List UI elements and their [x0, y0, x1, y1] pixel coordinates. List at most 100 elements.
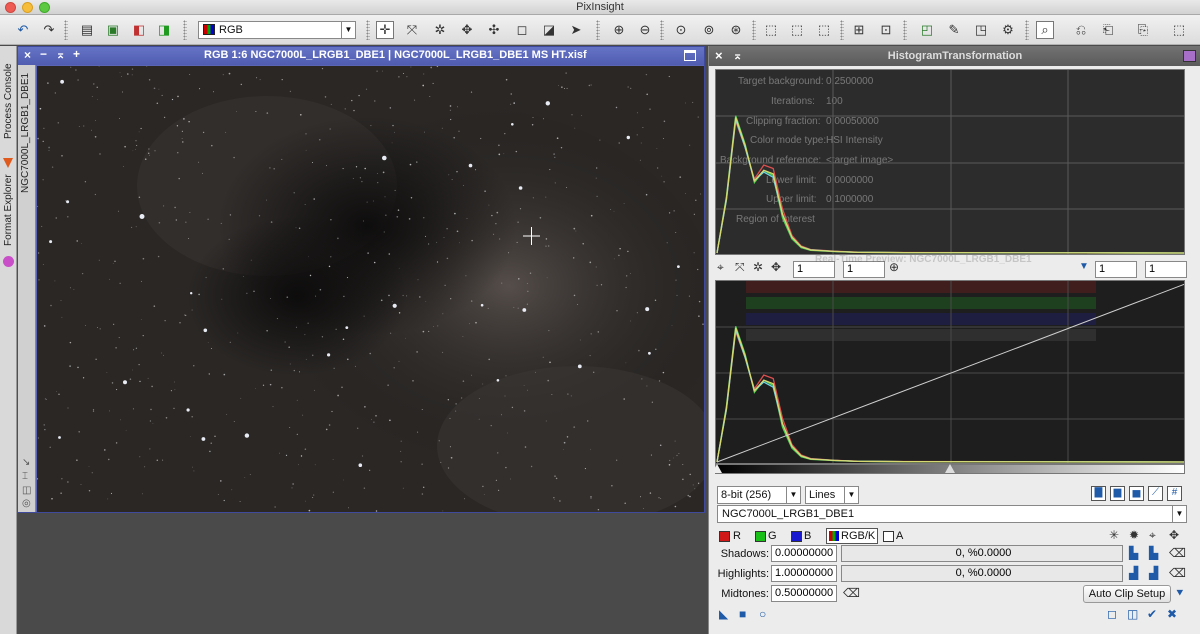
shadows-auto-icon[interactable]: ▙ — [1129, 546, 1138, 560]
apply-icon[interactable]: ■ — [739, 607, 746, 621]
new-instance-icon[interactable]: ◣ — [719, 607, 728, 621]
tab-process-console[interactable]: Process Console — [1, 46, 16, 156]
highlights-auto-icon[interactable]: ▟ — [1129, 566, 1138, 580]
history-explorer-icon[interactable] — [3, 256, 14, 267]
image-properties-icon[interactable]: ▤ — [78, 21, 96, 39]
window-restore-icon[interactable] — [684, 50, 696, 61]
undo-icon[interactable]: ↶ — [14, 21, 32, 39]
side-tool-icon[interactable]: ⌶ — [22, 471, 28, 482]
auto-clip-setup-button[interactable]: Auto Clip Setup — [1083, 585, 1171, 603]
channel-b-checkbox[interactable] — [791, 531, 802, 542]
highlights-auto-all-icon[interactable]: ▟ — [1149, 566, 1158, 580]
maximize-icon[interactable]: ⬚ — [815, 21, 833, 39]
more-icon[interactable]: ⬚ — [1170, 21, 1188, 39]
channel-r-checkbox[interactable] — [719, 531, 730, 542]
side-tool-icon[interactable]: ◎ — [22, 498, 31, 509]
tab-format-explorer[interactable]: Format Explorer — [1, 170, 16, 250]
cascade-icon[interactable]: ⊡ — [877, 21, 895, 39]
zoom-window-icon[interactable]: ⊚ — [700, 21, 718, 39]
zoom-fit-icon[interactable]: ✲ — [431, 21, 449, 39]
channel-a-checkbox[interactable] — [883, 531, 894, 542]
filter-icon[interactable]: ⯆ — [1175, 586, 1185, 601]
image-window[interactable]: × − ⌅ + RGB 1:6 NGC7000L_LRGB1_DBE1 | NG… — [17, 46, 705, 513]
preview-icon[interactable]: ◻ — [1107, 607, 1117, 621]
history-back-icon[interactable]: ⎗ — [1099, 21, 1117, 39]
close-icon[interactable]: × — [24, 48, 31, 62]
color-mode-select[interactable]: RGB ▼ — [198, 21, 356, 39]
edit-icon[interactable]: ✎ — [945, 21, 963, 39]
shadows-auto-all-icon[interactable]: ▙ — [1149, 546, 1158, 560]
close-icon[interactable]: × — [715, 46, 723, 66]
shadows-input[interactable]: 0.00000000 — [771, 545, 837, 562]
vertical-zoom-input-2[interactable]: 1 — [1145, 261, 1187, 278]
delete-preview-icon[interactable]: ◳ — [972, 21, 990, 39]
minimize-icon[interactable]: − — [40, 47, 47, 61]
move-icon[interactable]: ✥ — [1169, 528, 1179, 542]
crosshair-icon[interactable]: ⌖ — [1149, 528, 1156, 543]
graph-style-select[interactable]: Lines ▼ — [805, 486, 859, 504]
highlights-input[interactable]: 1.00000000 — [771, 565, 837, 582]
new-image-icon[interactable]: ▣ — [104, 21, 122, 39]
move-icon[interactable]: ✣ — [485, 21, 503, 39]
graph-option-icon[interactable]: ⟋ — [1148, 486, 1163, 501]
zoom-in-icon[interactable]: ⊕ — [610, 21, 628, 39]
channels-icon[interactable]: ◧ — [130, 21, 148, 39]
history-forward-icon[interactable]: ⎘ — [1134, 21, 1152, 39]
star — [498, 144, 500, 147]
fit-all-icon[interactable]: ⬚ — [788, 21, 806, 39]
browse-icon[interactable]: ◫ — [1127, 607, 1138, 621]
apply-global-icon[interactable]: ○ — [759, 607, 766, 621]
side-tool-icon[interactable]: ↘ — [22, 457, 30, 468]
history-icon[interactable]: ⎌ — [1072, 21, 1090, 39]
shadows-slider-handle[interactable] — [712, 464, 722, 473]
reset-icon[interactable]: ✖ — [1167, 607, 1177, 621]
shadows-reset-icon[interactable]: ⌫ — [1169, 546, 1186, 560]
midtones-slider-track[interactable] — [712, 464, 1185, 474]
pan-icon[interactable]: ✥ — [771, 260, 781, 274]
histogram-output-area[interactable]: Target background: 0.2500000 Iterations:… — [715, 69, 1185, 255]
pan-icon[interactable]: ✥ — [458, 21, 476, 39]
zoom-optimal-icon[interactable]: ⊛ — [727, 21, 745, 39]
histogram-resolution-select[interactable]: 8-bit (256) ▼ — [717, 486, 801, 504]
view-selector[interactable]: NGC7000L_LRGB1_DBE1 ▼ — [717, 505, 1187, 523]
new-preview-icon[interactable]: ◰ — [918, 21, 936, 39]
fit-view-icon[interactable]: ⤧ — [403, 21, 421, 39]
fit-window-icon[interactable]: ⬚ — [762, 21, 780, 39]
process-explorer-icon[interactable]: ⌕ — [1036, 21, 1054, 39]
crosshair-mode-icon[interactable]: ✛ — [376, 21, 394, 39]
midtones-reset-icon[interactable]: ⌫ — [843, 586, 860, 600]
shade-icon[interactable]: ⌅ — [733, 46, 742, 66]
channel-g-checkbox[interactable] — [755, 531, 766, 542]
grid-icon[interactable]: # — [1167, 486, 1182, 501]
side-tool-icon[interactable]: ◫ — [22, 485, 31, 496]
maximize-icon[interactable]: + — [73, 47, 80, 61]
histogram-input-area[interactable] — [715, 280, 1185, 464]
crosshair-icon[interactable]: ⌖ — [717, 260, 724, 275]
zoom-out-icon[interactable]: ⊖ — [636, 21, 654, 39]
tile-icon[interactable]: ⊞ — [850, 21, 868, 39]
filter-icon[interactable]: ▼ — [1079, 261, 1089, 272]
highlights-reset-icon[interactable]: ⌫ — [1169, 566, 1186, 580]
redo-icon[interactable]: ↷ — [40, 21, 58, 39]
edit-preview-icon[interactable]: ◪ — [540, 21, 558, 39]
settings-icon[interactable]: ⚙ — [999, 21, 1017, 39]
zoom-1-1-icon[interactable]: ⊙ — [672, 21, 690, 39]
midtones-slider-handle[interactable] — [945, 464, 955, 473]
fit-icon[interactable]: ⤧ — [735, 260, 745, 275]
image-canvas[interactable] — [37, 66, 704, 512]
midtones-input[interactable]: 0.50000000 — [771, 585, 837, 602]
graph-option-icon[interactable]: ▇ — [1091, 486, 1106, 501]
zoom-reset-icon[interactable]: ✲ — [753, 260, 763, 274]
graph-option-icon[interactable]: ▆ — [1110, 486, 1125, 501]
ht-menu-icon[interactable] — [1183, 50, 1196, 62]
shade-icon[interactable]: ⌅ — [56, 48, 65, 61]
channel-rgbk-button[interactable]: RGB/K — [826, 528, 878, 544]
graph-option-icon[interactable]: ▅ — [1129, 486, 1144, 501]
reset-all-icon[interactable]: ✳ — [1109, 528, 1119, 542]
check-icon[interactable]: ✔ — [1147, 607, 1157, 621]
pointer-icon[interactable]: ➤ — [567, 21, 585, 39]
gear-icon[interactable]: ✹ — [1129, 528, 1139, 542]
preview-icon[interactable]: ◻ — [513, 21, 531, 39]
rgb-channels-icon[interactable]: ◨ — [155, 21, 173, 39]
horizontal-zoom-input-2[interactable]: 1 — [1095, 261, 1137, 278]
